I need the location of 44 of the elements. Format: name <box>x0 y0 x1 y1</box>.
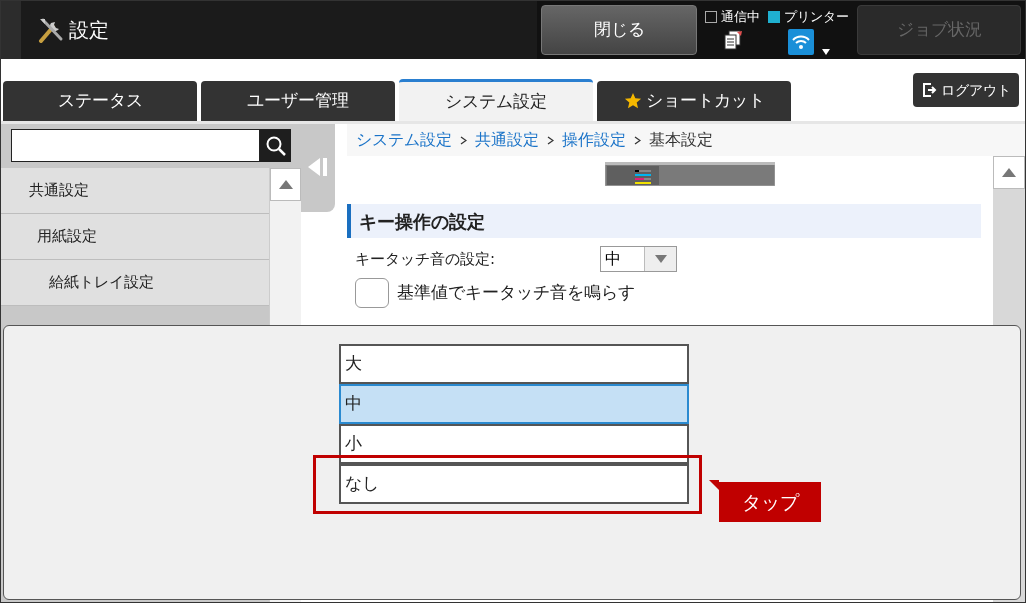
wifi-icon <box>787 28 814 55</box>
sidebar-item[interactable]: 用紙設定 <box>1 214 269 260</box>
search-field[interactable] <box>11 129 261 162</box>
sidebar-item[interactable]: 共通設定 <box>1 168 269 214</box>
breadcrumb-link[interactable]: システム設定 <box>356 128 452 152</box>
tab[interactable]: ショートカット <box>597 81 791 121</box>
logout-icon <box>921 82 937 98</box>
checkbox[interactable] <box>355 278 389 308</box>
breadcrumb-link[interactable]: 共通設定 <box>475 128 539 152</box>
tab[interactable]: システム設定 <box>399 79 593 121</box>
field-label: キータッチ音の設定: <box>355 248 497 270</box>
dropdown-arrow-icon <box>654 255 667 263</box>
tab[interactable]: ユーザー管理 <box>201 81 395 121</box>
breadcrumb-current: 基本設定 <box>649 129 713 151</box>
indicator-label: プリンター <box>784 8 849 26</box>
up-arrow-icon <box>1002 168 1016 177</box>
breadcrumb-link[interactable]: 操作設定 <box>562 128 626 152</box>
up-arrow-icon <box>278 180 293 189</box>
chevron-icon <box>547 135 554 145</box>
documents-icon <box>721 28 744 51</box>
scroll-up-button[interactable] <box>993 156 1025 189</box>
dropdown-option[interactable]: 中 <box>339 384 689 424</box>
scroll-up-button[interactable] <box>270 168 301 201</box>
indicator-label: 通信中 <box>721 8 760 26</box>
close-button[interactable]: 閉じる <box>541 5 697 55</box>
checkbox-label: 基準値でキータッチ音を鳴らす <box>397 281 635 305</box>
chevron-icon <box>460 135 467 145</box>
dropdown-option[interactable]: 大 <box>339 344 689 384</box>
select-field[interactable]: 中 <box>600 246 677 272</box>
window-title: 設定 <box>69 17 109 44</box>
dropdown-option[interactable]: なし <box>339 464 689 504</box>
tab[interactable]: ステータス <box>3 81 197 121</box>
callout-pointer-icon <box>709 480 719 490</box>
logout-button[interactable]: ログアウト <box>913 73 1019 107</box>
sidebar-item[interactable]: 給紙トレイ設定 <box>1 260 269 306</box>
search-button[interactable] <box>260 129 291 162</box>
callout-label: タップ <box>719 482 821 522</box>
dropdown-option[interactable]: 小 <box>339 424 689 464</box>
search-icon <box>264 134 287 157</box>
star-icon <box>623 92 642 110</box>
dropdown-icon[interactable] <box>821 48 830 55</box>
section-header: キー操作の設定 <box>347 204 981 238</box>
tools-icon <box>37 17 65 43</box>
chevron-icon <box>634 135 641 145</box>
